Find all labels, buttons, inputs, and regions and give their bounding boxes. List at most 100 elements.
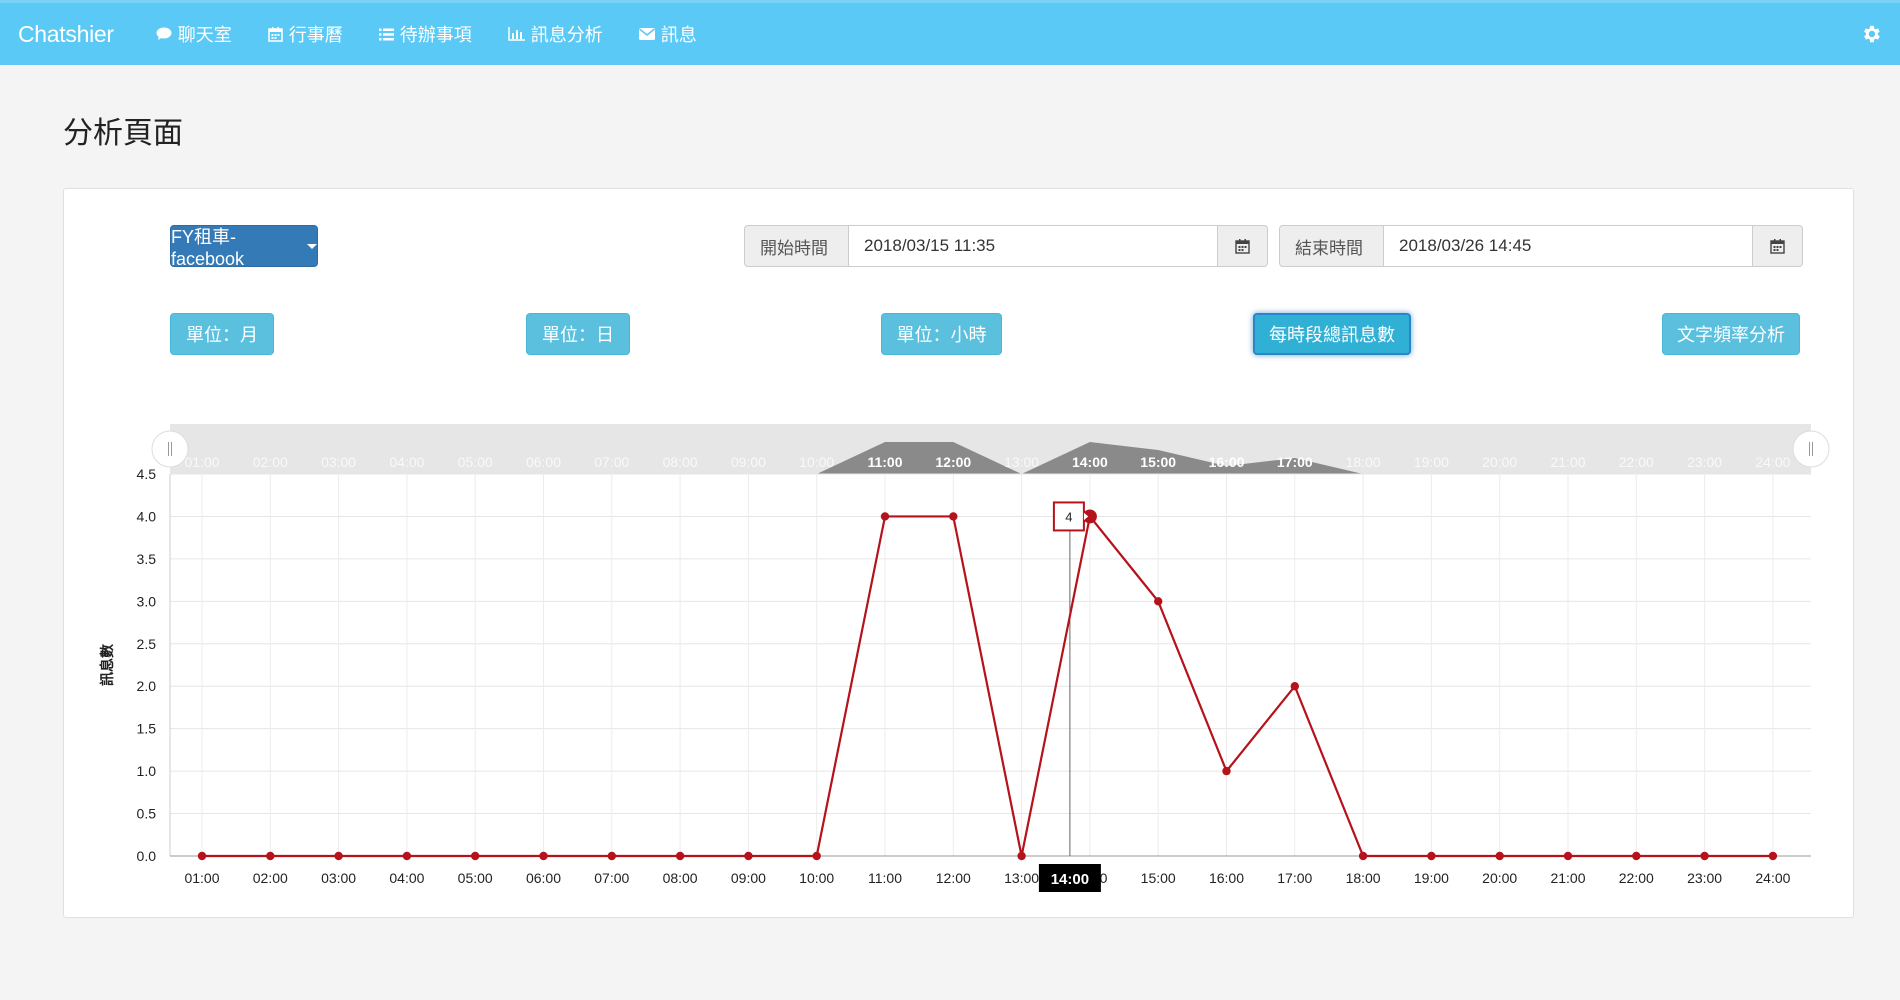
data-point [197,851,207,861]
y-tick-label: 4.5 [137,466,157,482]
envelope-icon [638,28,655,40]
data-point [1700,851,1709,861]
bar-chart-icon [508,27,525,41]
navigator-tick-label: 21:00 [1550,454,1585,470]
x-tick-label: 08:00 [663,870,698,886]
nav-todo-label: 待辦事項 [399,25,472,45]
data-point [949,512,958,521]
navigator-tick-label: 09:00 [731,454,766,470]
brand-logo[interactable]: Chatshier [18,21,114,48]
data-point [334,851,343,861]
navigator-tick-label: 03:00 [321,454,356,470]
navigator-tick-label: 17:00 [1277,454,1313,470]
line-chart: 01:00 02:00 03:00 04:00 05:00 06:00 07:00 08:00… [99,424,1830,892]
tooltip-value: 4 [1065,509,1072,524]
x-tick-label: 10:00 [799,870,834,886]
gear-icon[interactable] [1860,23,1882,45]
analytics-panel: FY租車-facebook 開始時間 2018/03/15 11:35 結束時間… [63,188,1854,918]
data-point [1222,766,1231,776]
x-tick-label: 15:00 [1141,870,1176,886]
x-tick-label: 18:00 [1346,870,1381,886]
navigator-tick-label: 01:00 [184,454,219,470]
data-point [1632,851,1641,861]
navigator-tick-label: 18:00 [1346,454,1381,470]
navigator-tick-label: 12:00 [935,454,971,470]
data-point [1290,682,1300,691]
calendar-icon [268,26,283,42]
x-tick-label: 03:00 [321,870,356,886]
nav-analytics-label: 訊息分析 [530,25,603,45]
data-point [880,512,890,521]
page-title: 分析頁面 [63,117,183,150]
data-point [1563,851,1573,861]
y-tick-label: 0.5 [137,806,157,822]
nav-messages-label: 訊息 [660,25,697,45]
navigator-tick-label: 24:00 [1755,454,1790,470]
x-tick-label: 23:00 [1687,870,1722,886]
navigator-tick-label: 20:00 [1482,454,1517,470]
x-tick-label: 07:00 [594,870,629,886]
x-tick-label: 09:00 [731,870,766,886]
navigator-tick-label: 13:00 [1004,454,1039,470]
navigator-tick-label: 04:00 [389,454,424,470]
nav-messages[interactable]: 訊息 [638,21,697,47]
navigator-tick-label: 08:00 [663,454,698,470]
y-tick-label: 0.0 [137,848,157,864]
crosshair-label: 14:00 [1051,871,1089,888]
data-point [1017,851,1026,861]
navigator-tick-label: 06:00 [526,454,561,470]
x-tick-label: 01:00 [184,870,219,886]
data-point [471,851,480,861]
data-point [1427,851,1436,861]
data-point [1154,597,1163,606]
navigator-left-handle [151,430,189,468]
nav-chatroom-label: 聊天室 [177,25,232,45]
x-tick-label: 20:00 [1482,870,1517,886]
navigator-tick-label: 23:00 [1687,454,1722,470]
data-point [1768,851,1778,861]
navigator-tick-label: 11:00 [867,454,902,470]
data-point [744,851,753,861]
data-point [1495,851,1504,861]
y-axis-title: 訊息數 [99,644,115,686]
y-tick-label: 3.5 [137,551,157,567]
x-tick-label: 21:00 [1550,870,1585,886]
navigator-tick-label: 15:00 [1140,454,1176,470]
list-icon [378,28,394,40]
y-tick-label: 3.0 [137,593,157,609]
x-tick-label: 24:00 [1755,870,1790,886]
y-tick-label: 2.5 [137,636,157,652]
comment-icon [156,27,172,40]
data-point [1358,851,1368,861]
data-point [607,851,616,861]
x-tick-label: 11:00 [868,870,902,886]
y-tick-label: 1.5 [137,721,157,737]
x-tick-label: 12:00 [936,870,971,886]
navigator-tick-label: 02:00 [253,454,288,470]
y-tick-label: 2.0 [137,678,157,694]
nav-calendar[interactable]: 行事曆 [268,21,343,47]
x-tick-label: 02:00 [253,870,288,886]
nav-analytics[interactable]: 訊息分析 [508,21,603,47]
x-tick-label: 05:00 [458,870,493,886]
y-tick-label: 4.0 [137,508,157,524]
x-tick-label: 19:00 [1414,870,1449,886]
x-tick-label: 22:00 [1619,870,1654,886]
navigator-right-handle [1792,430,1830,468]
x-tick-label: 17:00 [1277,870,1312,886]
x-tick-label: 16:00 [1209,870,1244,886]
y-tick-label: 1.0 [137,763,157,779]
data-point [539,851,548,861]
navigator-tick-label: 05:00 [458,454,493,470]
data-point [266,851,275,861]
nav-chatroom[interactable]: 聊天室 [156,21,232,47]
x-tick-label: 06:00 [526,870,561,886]
nav-calendar-label: 行事曆 [288,25,343,45]
data-point [812,851,821,861]
navigator-tick-label: 07:00 [594,454,629,470]
navigator-tick-label: 14:00 [1072,454,1108,470]
navigator-tick-label: 10:00 [799,454,834,470]
x-tick-label: 13:00 [1004,870,1039,886]
navigator-tick-label: 16:00 [1209,454,1245,470]
nav-todo[interactable]: 待辦事項 [378,21,472,47]
